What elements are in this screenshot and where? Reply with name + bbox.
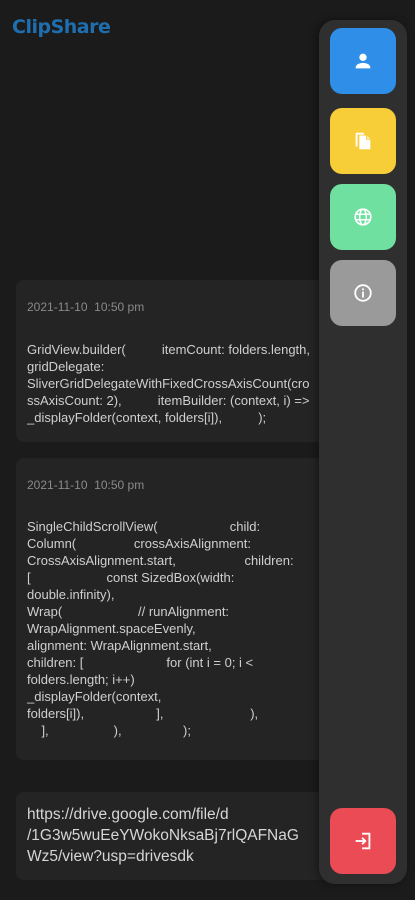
info-icon	[354, 284, 372, 302]
clip-timestamp: 2021-11-10 10:50 pm	[27, 300, 145, 314]
info-button[interactable]	[330, 260, 396, 326]
clip-card[interactable]: 2021-11-10 10:50 pm GridView.builder( it…	[16, 280, 356, 442]
clip-card[interactable]: 2021-11-10 10:50 pm SingleChildScrollVie…	[16, 458, 356, 760]
files-button[interactable]	[330, 108, 396, 174]
app-screen: ClipShare 2021-11-10 10:50 pm GridView.b…	[0, 0, 415, 900]
file-copy-icon	[355, 132, 371, 150]
clip-timestamp: 2021-11-10 10:50 pm	[27, 478, 145, 492]
exit-icon	[355, 832, 371, 850]
clip-link-text: https://drive.google.com/file/d /1G3w5wu…	[27, 806, 299, 865]
clip-card-link[interactable]: https://drive.google.com/file/d /1G3w5wu…	[16, 792, 356, 880]
profile-button[interactable]	[330, 28, 396, 94]
web-button[interactable]	[330, 184, 396, 250]
globe-icon	[354, 208, 372, 226]
app-title: ClipShare	[12, 16, 111, 38]
person-icon	[355, 53, 371, 69]
clip-content: SingleChildScrollView( child: Column( cr…	[27, 519, 294, 738]
logout-button[interactable]	[330, 808, 396, 874]
side-menu	[319, 20, 407, 884]
clip-content: GridView.builder( itemCount: folders.len…	[27, 342, 311, 425]
